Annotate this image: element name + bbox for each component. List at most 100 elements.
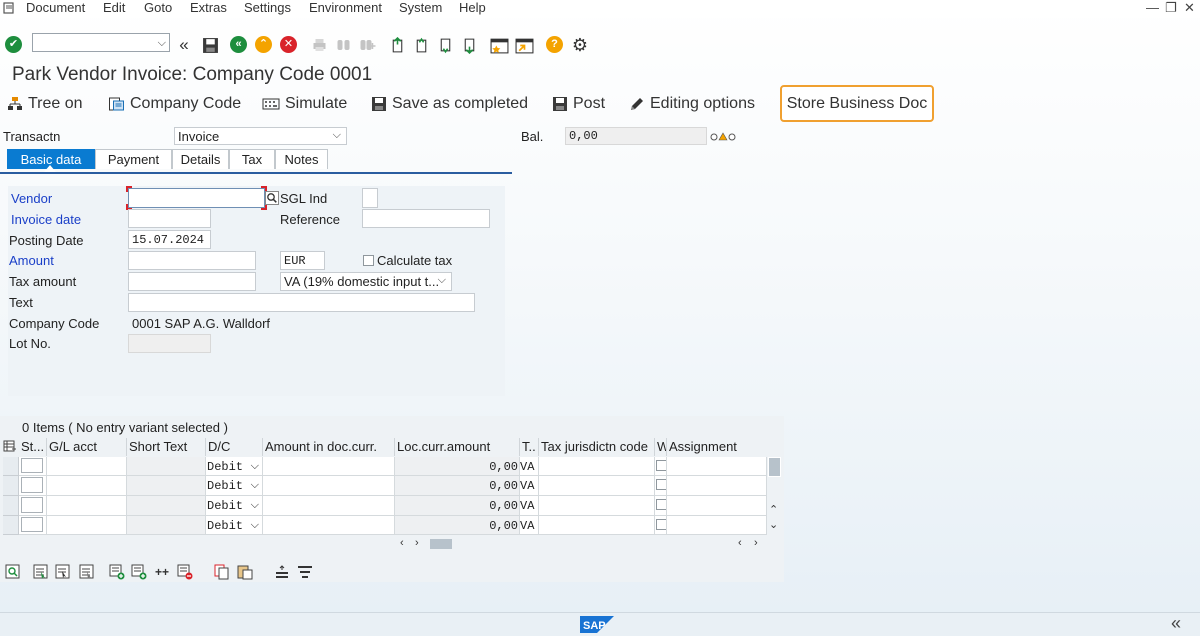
invoice-date-input[interactable] xyxy=(128,209,211,228)
scroll-left-icon[interactable]: ‹ xyxy=(738,537,742,549)
menu-doc-icon[interactable] xyxy=(3,2,15,14)
collapse-toolbar-icon[interactable]: « xyxy=(174,35,194,55)
enter-check-icon[interactable]: ✔ xyxy=(5,36,22,53)
exit-icon[interactable]: ⌃ xyxy=(255,36,272,53)
gl-account-cell[interactable] xyxy=(47,496,127,516)
deselect-all-icon[interactable] xyxy=(77,562,97,582)
sgl-input[interactable] xyxy=(362,188,378,208)
cancel-icon[interactable]: ✕ xyxy=(280,36,297,53)
gl-account-cell[interactable] xyxy=(47,476,127,496)
previous-page-icon[interactable] xyxy=(411,35,431,55)
reference-input[interactable] xyxy=(362,209,490,228)
col-debit-credit[interactable]: D/C xyxy=(206,438,263,456)
gear-icon[interactable]: ⚙ xyxy=(570,35,590,55)
debit-credit-cell[interactable]: Debit ⌵ xyxy=(206,496,263,516)
menu-settings[interactable]: Settings xyxy=(244,0,291,16)
menu-extras[interactable]: Extras xyxy=(190,0,227,16)
calculate-tax-checkbox[interactable] xyxy=(363,255,374,266)
currency-input[interactable]: EUR xyxy=(280,251,325,270)
save-icon[interactable] xyxy=(200,35,220,55)
minimize-icon[interactable]: — xyxy=(1146,1,1159,15)
tax-code-cell[interactable]: VA xyxy=(520,516,539,535)
tax-jurisdiction-cell[interactable] xyxy=(539,457,655,476)
col-status[interactable]: St... xyxy=(19,438,47,456)
save-as-completed-button[interactable]: Save as completed xyxy=(371,94,528,114)
delete-row-icon[interactable] xyxy=(175,562,195,582)
col-local-amount[interactable]: Loc.curr.amount xyxy=(395,438,520,456)
select-all-icon[interactable] xyxy=(31,562,51,582)
row-selector[interactable] xyxy=(3,516,19,535)
sort-ascending-icon[interactable] xyxy=(272,562,292,582)
last-page-icon[interactable] xyxy=(459,35,479,55)
w-checkbox[interactable] xyxy=(656,499,666,510)
tax-code-cell[interactable]: VA xyxy=(520,457,539,476)
next-page-icon[interactable] xyxy=(435,35,455,55)
restore-icon[interactable]: ❐ xyxy=(1165,1,1177,15)
amount-doc-cell[interactable] xyxy=(263,496,395,516)
create-session-icon[interactable] xyxy=(489,35,509,55)
menu-help[interactable]: Help xyxy=(459,0,486,16)
col-w[interactable]: W xyxy=(655,438,667,456)
col-assignment[interactable]: Assignment xyxy=(667,438,767,456)
w-checkbox[interactable] xyxy=(656,460,666,471)
gl-account-cell[interactable] xyxy=(47,457,127,476)
scroll-right-icon[interactable]: › xyxy=(754,537,758,549)
tab-notes[interactable]: Notes xyxy=(275,149,328,169)
col-amount-doc-curr[interactable]: Amount in doc.curr. xyxy=(263,438,395,456)
scroll-up-icon[interactable]: ⌃ xyxy=(769,503,778,516)
amount-doc-cell[interactable] xyxy=(263,457,395,476)
posting-date-input[interactable]: 15.07.2024 xyxy=(128,230,211,249)
back-icon[interactable]: « xyxy=(230,36,247,53)
debit-credit-cell[interactable]: Debit ⌵ xyxy=(206,516,263,535)
amount-doc-cell[interactable] xyxy=(263,476,395,496)
close-window-icon[interactable]: ✕ xyxy=(1184,1,1195,15)
post-button[interactable]: Post xyxy=(552,94,605,114)
paste-icon[interactable] xyxy=(235,562,255,582)
table-row-status-box[interactable] xyxy=(21,517,43,532)
debit-credit-cell[interactable]: Debit ⌵ xyxy=(206,457,263,476)
menu-document[interactable]: Document xyxy=(26,0,85,16)
search-help-icon[interactable] xyxy=(265,191,279,208)
tax-code-cell[interactable]: VA xyxy=(520,496,539,516)
menu-environment[interactable]: Environment xyxy=(309,0,382,16)
debit-credit-cell[interactable]: Debit ⌵ xyxy=(206,476,263,496)
vendor-input[interactable] xyxy=(128,188,265,208)
select-block-icon[interactable] xyxy=(53,562,73,582)
col-short-text[interactable]: Short Text xyxy=(127,438,206,456)
assignment-cell[interactable] xyxy=(667,457,767,476)
tax-jurisdiction-cell[interactable] xyxy=(539,496,655,516)
table-row-status-box[interactable] xyxy=(21,477,43,493)
w-checkbox[interactable] xyxy=(656,479,666,490)
tax-code-select[interactable]: VA (19% domestic input t... ⌵ xyxy=(280,272,452,291)
row-selector[interactable] xyxy=(3,496,19,516)
collapse-status-icon[interactable]: « xyxy=(1171,613,1181,634)
text-input[interactable] xyxy=(128,293,475,312)
append-row-icon[interactable] xyxy=(129,562,149,582)
w-checkbox[interactable] xyxy=(656,519,666,530)
editing-options-button[interactable]: Editing options xyxy=(629,94,755,114)
menu-goto[interactable]: Goto xyxy=(144,0,172,16)
copy-icon[interactable] xyxy=(212,562,232,582)
gl-account-cell[interactable] xyxy=(47,516,127,535)
col-gl-account[interactable]: G/L acct xyxy=(47,438,127,456)
assignment-cell[interactable] xyxy=(667,476,767,496)
table-row-status-box[interactable] xyxy=(21,497,43,513)
scroll-down-icon[interactable]: ⌄ xyxy=(769,518,778,531)
command-field[interactable]: ⌵ xyxy=(32,33,170,52)
tab-tax[interactable]: Tax xyxy=(229,149,275,169)
first-page-icon[interactable] xyxy=(387,35,407,55)
amount-input[interactable] xyxy=(128,251,256,270)
tax-code-cell[interactable]: VA xyxy=(520,476,539,496)
scroll-left-icon[interactable]: ‹ xyxy=(400,537,404,549)
table-row-status-box[interactable] xyxy=(21,458,43,473)
chevron-down-icon[interactable]: ⌵ xyxy=(158,34,166,52)
insert-row-icon[interactable] xyxy=(107,562,127,582)
table-settings-icon[interactable] xyxy=(3,440,17,456)
menu-edit[interactable]: Edit xyxy=(103,0,125,16)
tax-jurisdiction-cell[interactable] xyxy=(539,516,655,535)
col-tax-code[interactable]: T.. xyxy=(520,438,539,456)
filter-icon[interactable] xyxy=(295,562,315,582)
vertical-scroll-thumb[interactable] xyxy=(768,457,781,477)
add-rows-icon[interactable]: ++ xyxy=(151,562,173,582)
tax-jurisdiction-cell[interactable] xyxy=(539,476,655,496)
